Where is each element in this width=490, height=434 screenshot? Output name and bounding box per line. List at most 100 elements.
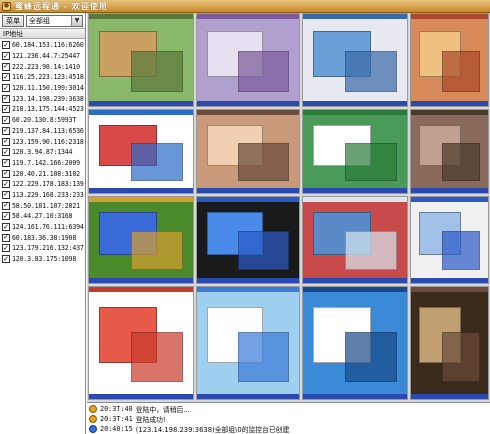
ip-list-item[interactable]: ✓ 58.44.27.10:3168 — [0, 211, 85, 222]
ip-list-item[interactable]: ✓ 219.137.84.113:6536 — [0, 126, 85, 137]
checkbox[interactable]: ✓ — [2, 73, 10, 82]
screen-thumbnail[interactable] — [88, 13, 194, 107]
screen-thumbnail[interactable] — [302, 286, 408, 400]
checkbox[interactable]: ✓ — [2, 137, 10, 146]
ip-list-item[interactable]: ✓ 58.50.181.107:2021 — [0, 200, 85, 211]
screen-thumbnail[interactable] — [302, 13, 408, 107]
sidebar-toolbar: 菜单 全部组 ▼ — [0, 13, 85, 28]
ip-list: ✓ 60.184.153.116:6260 ✓ 121.236.44.7:25447 ✓… — [0, 39, 85, 264]
checkbox[interactable]: ✓ — [2, 84, 10, 93]
title-bar: ● 蜜蜂远程通 - 欢迎使用 — [0, 0, 490, 13]
checkbox[interactable]: ✓ — [2, 116, 10, 125]
screen-thumbnail[interactable] — [302, 196, 408, 284]
ip-list-item[interactable]: ✓ 222.223.98.14:1410 — [0, 61, 85, 72]
app-icon: ● — [2, 1, 11, 11]
ip-list-item[interactable]: ✓ 123.179.216.132:437 — [0, 243, 85, 254]
ip-address: 60.183.36.38:1908 — [12, 233, 77, 242]
checkbox[interactable]: ✓ — [2, 233, 10, 242]
checkbox[interactable]: ✓ — [2, 148, 10, 157]
ip-address: 122.229.178.183:139 — [12, 180, 84, 189]
ip-address: 123.179.216.132:437 — [12, 244, 84, 253]
checkbox[interactable]: ✓ — [2, 52, 10, 61]
screen-grid — [87, 13, 490, 402]
log-entry: 20:3T:41 登陆成功! — [89, 414, 488, 424]
checkbox[interactable]: ✓ — [2, 190, 10, 199]
checkbox[interactable]: ✓ — [2, 255, 10, 264]
checkbox[interactable]: ✓ — [2, 180, 10, 189]
log-text: (123.14.198.239:3638)全部组\0的监控台已创建 — [135, 426, 290, 434]
screen-thumbnail[interactable] — [410, 13, 489, 107]
ip-address: 58.50.181.107:2021 — [12, 201, 80, 210]
screen-thumbnail[interactable] — [196, 109, 300, 194]
info-icon — [89, 405, 97, 413]
ip-list-item[interactable]: ✓ 122.229.178.183:139 — [0, 179, 85, 190]
checkbox[interactable]: ✓ — [2, 62, 10, 71]
log-time: 20:3T:41 — [100, 415, 133, 423]
ip-address: 58.44.27.10:3168 — [12, 212, 73, 221]
log-text: 登陆成功! — [135, 416, 166, 424]
ip-address: 123.14.198.239:3638 — [12, 94, 84, 103]
screen-thumbnail[interactable] — [196, 13, 300, 107]
screen-thumbnail[interactable] — [196, 286, 300, 400]
window-title: 蜜蜂远程通 - 欢迎使用 — [15, 1, 108, 11]
ip-address: 120.3.94.87:1344 — [12, 148, 73, 157]
screen-thumbnail[interactable] — [196, 196, 300, 284]
ip-address: 116.25.223.123:4518 — [12, 73, 84, 82]
checkbox[interactable]: ✓ — [2, 105, 10, 114]
ip-address: 120.11.150.199:3014 — [12, 84, 84, 93]
ip-column-header[interactable]: IP地址 — [0, 28, 85, 39]
ip-list-item[interactable]: ✓ 123.14.198.239:3638 — [0, 93, 85, 104]
checkbox[interactable]: ✓ — [2, 244, 10, 253]
checkbox[interactable]: ✓ — [2, 169, 10, 178]
ip-list-item[interactable]: ✓ 119.7.142.166:2009 — [0, 158, 85, 169]
ip-list-item[interactable]: ✓ 60.184.153.116:6260 — [0, 40, 85, 51]
ip-address: 60.184.153.116:6260 — [12, 41, 84, 50]
ip-list-item[interactable]: ✓ 120.11.150.199:3014 — [0, 83, 85, 94]
screen-thumbnail[interactable] — [88, 286, 194, 400]
ip-list-item[interactable]: ✓ 113.229.168.233:233 — [0, 190, 85, 201]
checkbox[interactable]: ✓ — [2, 158, 10, 167]
group-select[interactable]: 全部组 ▼ — [26, 14, 83, 27]
checkbox[interactable]: ✓ — [2, 212, 10, 221]
screen-thumbnail[interactable] — [88, 196, 194, 284]
ip-list-item[interactable]: ✓ 120.3.94.87:1344 — [0, 147, 85, 158]
screen-thumbnail[interactable] — [410, 196, 489, 284]
ip-list-item[interactable]: ✓ 116.25.223.123:4518 — [0, 72, 85, 83]
ip-address: 222.223.98.14:1410 — [12, 62, 80, 71]
ip-address: 218.13.175.144:4523 — [12, 105, 84, 114]
info-icon — [89, 425, 97, 433]
ip-list-item[interactable]: ✓ 121.236.44.7:25447 — [0, 51, 85, 62]
screen-thumbnail[interactable] — [410, 286, 489, 400]
checkbox[interactable]: ✓ — [2, 201, 10, 210]
ip-list-item[interactable]: ✓ 120.40.21.108:3102 — [0, 168, 85, 179]
ip-address: 120.40.21.108:3102 — [12, 169, 80, 178]
ip-address: 60.20.130.8:5993T — [12, 116, 77, 125]
ip-list-item[interactable]: ✓ 123.159.90.116:2318 — [0, 136, 85, 147]
ip-list-item[interactable]: ✓ 60.183.36.38:1908 — [0, 232, 85, 243]
log-text: 登陆中，请稍后... — [135, 406, 190, 414]
menu-button[interactable]: 菜单 — [2, 14, 24, 27]
screen-thumbnail[interactable] — [302, 109, 408, 194]
ip-address: 124.161.76.111:6394 — [12, 223, 84, 232]
screen-thumbnail[interactable] — [88, 109, 194, 194]
log-entry: 20:40:15 (123.14.198.239:3638)全部组\0的监控台已… — [89, 424, 488, 434]
log-time: 20:3T:40 — [100, 405, 133, 413]
ip-address: 119.7.142.166:2009 — [12, 158, 80, 167]
group-select-value: 全部组 — [29, 16, 50, 25]
ip-list-item[interactable]: ✓ 120.3.83.175:1098 — [0, 254, 85, 265]
ip-address: 120.3.83.175:1098 — [12, 255, 77, 264]
ip-list-item[interactable]: ✓ 60.20.130.8:5993T — [0, 115, 85, 126]
checkbox[interactable]: ✓ — [2, 223, 10, 232]
ip-address: 121.236.44.7:25447 — [12, 52, 80, 61]
info-icon — [89, 415, 97, 423]
ip-address: 219.137.84.113:6536 — [12, 126, 84, 135]
ip-list-item[interactable]: ✓ 218.13.175.144:4523 — [0, 104, 85, 115]
checkbox[interactable]: ✓ — [2, 94, 10, 103]
log-entry: 20:3T:40 登陆中，请稍后... — [89, 404, 488, 414]
checkbox[interactable]: ✓ — [2, 126, 10, 135]
sidebar: 菜单 全部组 ▼ IP地址 ✓ 60.184.153.116:6260 ✓ 121.2… — [0, 13, 86, 434]
checkbox[interactable]: ✓ — [2, 41, 10, 50]
ip-list-item[interactable]: ✓ 124.161.76.111:6394 — [0, 222, 85, 233]
chevron-down-icon[interactable]: ▼ — [71, 15, 82, 26]
screen-thumbnail[interactable] — [410, 109, 489, 194]
